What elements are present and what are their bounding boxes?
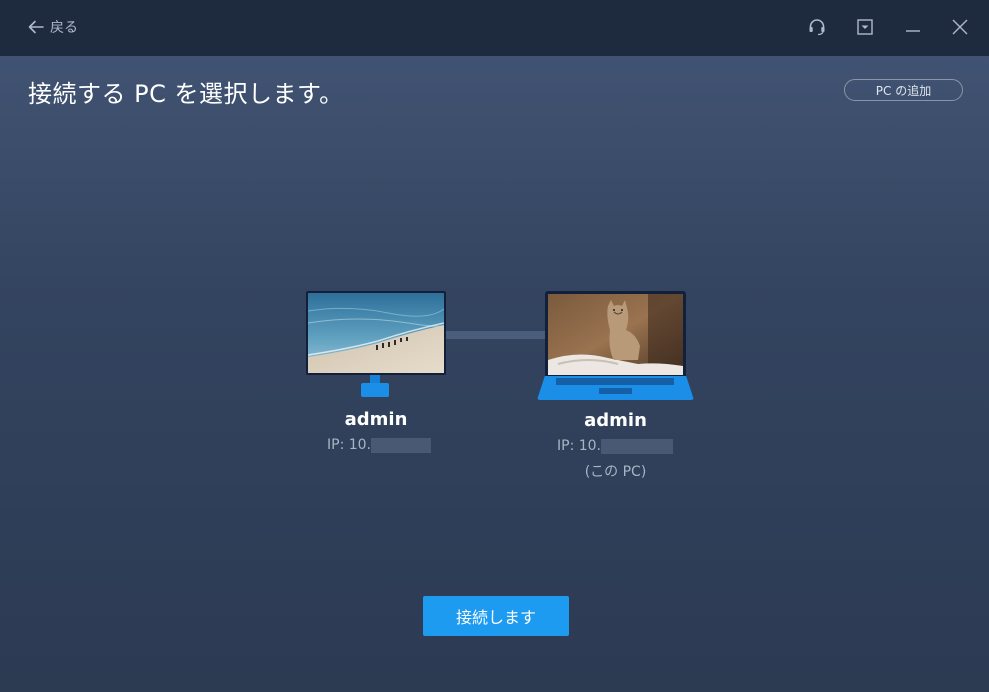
laptop-keyboard — [556, 378, 674, 385]
local-pc-laptop[interactable] — [545, 291, 686, 377]
redacted-ip — [371, 437, 432, 453]
minimize-icon — [904, 18, 922, 36]
close-button[interactable] — [948, 14, 972, 40]
local-pc-ip-label: IP: 10. — [557, 438, 602, 454]
headset-icon — [807, 17, 827, 37]
remote-pc-monitor[interactable] — [306, 291, 446, 375]
connect-button[interactable]: 接続します — [423, 596, 569, 636]
page-title: 接続する PC を選択します。 — [28, 80, 344, 108]
remote-pc-ip-label: IP: 10. — [327, 437, 372, 453]
main-panel: 接続する PC を選択します。 PC の追加 admin IP: 10. adm… — [0, 56, 989, 692]
add-pc-button[interactable]: PC の追加 — [844, 79, 963, 101]
connection-line — [444, 331, 548, 339]
title-bar: 戻る — [0, 0, 989, 56]
minimize-button[interactable] — [901, 14, 925, 40]
arrow-left-icon — [28, 20, 44, 34]
remote-pc-name: admin — [344, 409, 408, 430]
redacted-ip — [601, 438, 674, 454]
back-button[interactable]: 戻る — [28, 16, 78, 38]
remote-pc-ip: IP: 10. — [327, 437, 432, 453]
back-label: 戻る — [50, 20, 78, 36]
local-pc-ip: IP: 10. — [557, 438, 674, 454]
dropdown-menu-icon — [856, 18, 874, 36]
beach-wallpaper-image — [308, 293, 444, 373]
close-icon — [951, 18, 969, 36]
monitor-stand-base — [361, 383, 389, 397]
local-pc-name: admin — [584, 410, 647, 431]
lynx-wallpaper-image — [548, 294, 683, 375]
menu-button[interactable] — [853, 14, 877, 40]
laptop-touchpad — [599, 388, 632, 394]
this-pc-note: (この PC) — [584, 464, 647, 480]
support-button[interactable] — [805, 14, 829, 40]
